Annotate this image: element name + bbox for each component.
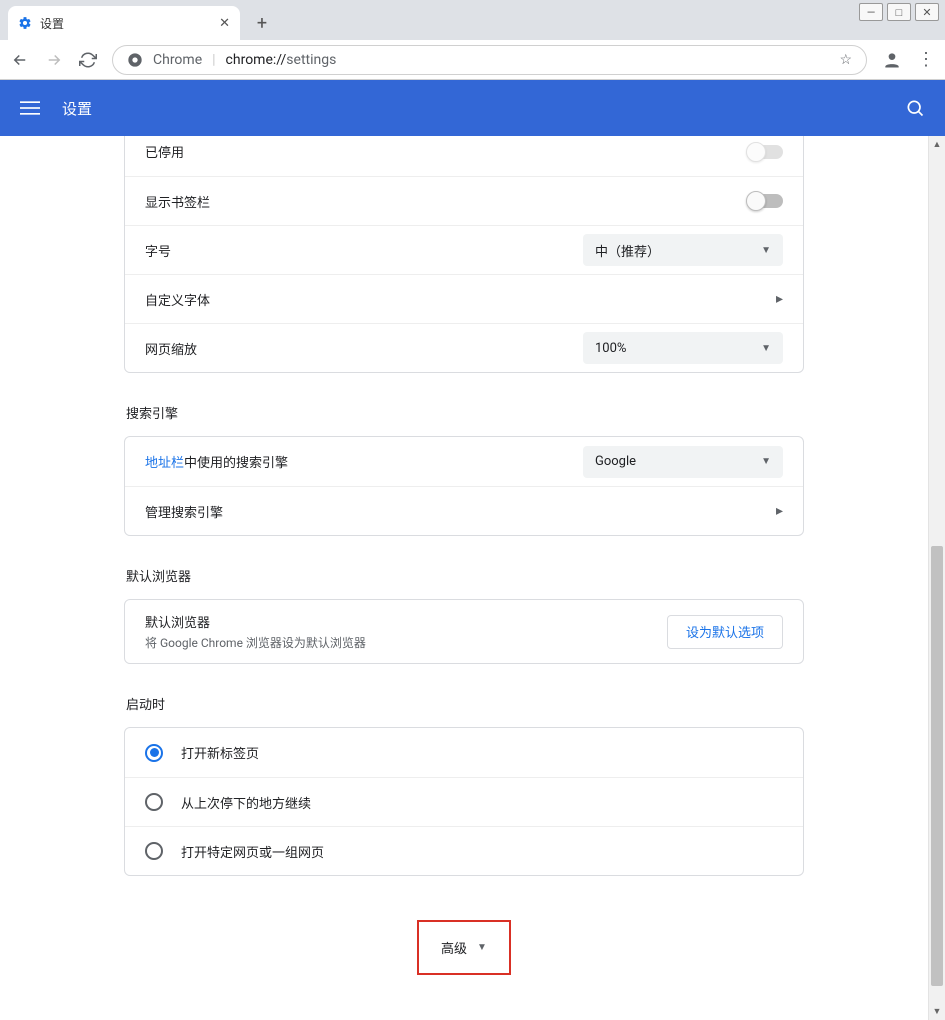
startup-option-new-tab[interactable]: 打开新标签页 xyxy=(125,728,803,777)
url-scheme: chrome:// xyxy=(226,52,287,68)
row-manage-search[interactable]: 管理搜索引擎 ▸ xyxy=(125,486,803,535)
chevron-down-icon: ▼ xyxy=(761,245,771,256)
row-disabled: 已停用 xyxy=(125,136,803,176)
window-controls: — □ ✕ xyxy=(859,3,939,21)
search-engine-label-rest: 中使用的搜索引擎 xyxy=(184,456,288,471)
advanced-highlight-box: 高级 ▼ xyxy=(417,920,511,975)
font-size-value: 中（推荐） xyxy=(595,241,660,260)
chevron-right-icon: ▸ xyxy=(776,503,783,519)
address-bar-link[interactable]: 地址栏 xyxy=(145,456,184,471)
show-bookmarks-label: 显示书签栏 xyxy=(145,192,210,211)
gear-icon xyxy=(18,16,32,30)
custom-fonts-label: 自定义字体 xyxy=(145,290,210,309)
advanced-label: 高级 xyxy=(441,938,467,957)
disabled-toggle[interactable] xyxy=(747,145,783,159)
back-button[interactable] xyxy=(10,50,30,70)
font-size-label: 字号 xyxy=(145,241,171,260)
section-on-startup: 启动时 xyxy=(126,694,804,713)
radio-icon xyxy=(145,842,163,860)
browser-tab-settings[interactable]: 设置 ✕ xyxy=(8,6,240,40)
startup-opt1-label: 打开新标签页 xyxy=(181,743,259,762)
window-maximize-button[interactable]: □ xyxy=(887,3,911,21)
page-zoom-label: 网页缩放 xyxy=(145,339,197,358)
chrome-logo-icon xyxy=(127,52,143,68)
advanced-section: 高级 ▼ xyxy=(124,920,804,975)
settings-header: 设置 xyxy=(0,80,945,136)
search-engine-card: 地址栏中使用的搜索引擎 Google ▼ 管理搜索引擎 ▸ xyxy=(124,436,804,536)
section-search-engine: 搜索引擎 xyxy=(126,403,804,422)
scrollbar-thumb[interactable] xyxy=(931,546,943,986)
search-icon[interactable] xyxy=(905,98,925,118)
settings-header-title: 设置 xyxy=(62,98,92,119)
forward-button[interactable] xyxy=(44,50,64,70)
appearance-card: 已停用 显示书签栏 字号 中（推荐） ▼ xyxy=(124,136,804,373)
row-default-browser: 默认浏览器 将 Google Chrome 浏览器设为默认浏览器 设为默认选项 xyxy=(125,600,803,663)
row-page-zoom: 网页缩放 100% ▼ xyxy=(125,323,803,372)
omnibox-chip-label: Chrome xyxy=(153,52,202,68)
section-default-browser: 默认浏览器 xyxy=(126,566,804,585)
window-close-button[interactable]: ✕ xyxy=(915,3,939,21)
search-engine-label: 地址栏中使用的搜索引擎 xyxy=(145,452,288,471)
browser-toolbar: Chrome | chrome://settings ☆ ⋮ xyxy=(0,40,945,80)
chevron-down-icon: ▼ xyxy=(761,343,771,354)
show-bookmarks-toggle[interactable] xyxy=(747,194,783,208)
font-size-dropdown[interactable]: 中（推荐） ▼ xyxy=(583,234,783,266)
startup-opt2-label: 从上次停下的地方继续 xyxy=(181,793,311,812)
startup-opt3-label: 打开特定网页或一组网页 xyxy=(181,842,324,861)
row-search-engine: 地址栏中使用的搜索引擎 Google ▼ xyxy=(125,437,803,486)
settings-content: 已停用 显示书签栏 字号 中（推荐） ▼ xyxy=(0,136,928,1020)
vertical-scrollbar[interactable]: ▲ ▼ xyxy=(928,136,945,1020)
row-custom-fonts[interactable]: 自定义字体 ▸ xyxy=(125,274,803,323)
row-font-size: 字号 中（推荐） ▼ xyxy=(125,225,803,274)
search-engine-dropdown[interactable]: Google ▼ xyxy=(583,446,783,478)
chevron-down-icon: ▼ xyxy=(477,942,487,953)
omnibox-separator: | xyxy=(212,52,215,68)
row-show-bookmarks: 显示书签栏 xyxy=(125,176,803,225)
page-zoom-value: 100% xyxy=(595,341,626,356)
page-zoom-dropdown[interactable]: 100% ▼ xyxy=(583,332,783,364)
default-browser-title: 默认浏览器 xyxy=(145,612,366,631)
reload-button[interactable] xyxy=(78,50,98,70)
tab-title: 设置 xyxy=(40,15,64,32)
disabled-label: 已停用 xyxy=(145,142,184,161)
scroll-down-arrow-icon[interactable]: ▼ xyxy=(929,1003,945,1020)
profile-avatar-icon[interactable] xyxy=(881,49,903,71)
chevron-down-icon: ▼ xyxy=(761,456,771,467)
advanced-toggle-button[interactable]: 高级 ▼ xyxy=(425,928,503,967)
new-tab-button[interactable]: + xyxy=(248,9,276,37)
tab-close-icon[interactable]: ✕ xyxy=(219,16,230,31)
scroll-up-arrow-icon[interactable]: ▲ xyxy=(929,136,945,153)
tab-strip: 设置 ✕ + xyxy=(0,0,945,40)
default-browser-card: 默认浏览器 将 Google Chrome 浏览器设为默认浏览器 设为默认选项 xyxy=(124,599,804,664)
default-browser-subtitle: 将 Google Chrome 浏览器设为默认浏览器 xyxy=(145,634,366,651)
radio-selected-icon xyxy=(145,744,163,762)
overflow-menu-icon[interactable]: ⋮ xyxy=(917,49,935,70)
hamburger-menu-icon[interactable] xyxy=(20,98,40,118)
set-default-button[interactable]: 设为默认选项 xyxy=(667,615,783,649)
window-minimize-button[interactable]: — xyxy=(859,3,883,21)
startup-option-continue[interactable]: 从上次停下的地方继续 xyxy=(125,777,803,826)
startup-option-specific[interactable]: 打开特定网页或一组网页 xyxy=(125,826,803,875)
chevron-right-icon: ▸ xyxy=(776,291,783,307)
manage-search-label: 管理搜索引擎 xyxy=(145,502,223,521)
on-startup-card: 打开新标签页 从上次停下的地方继续 打开特定网页或一组网页 xyxy=(124,727,804,876)
radio-icon xyxy=(145,793,163,811)
search-engine-value: Google xyxy=(595,454,636,469)
address-bar[interactable]: Chrome | chrome://settings ☆ xyxy=(112,45,867,75)
url-path: settings xyxy=(286,52,336,68)
settings-viewport: 已停用 显示书签栏 字号 中（推荐） ▼ xyxy=(0,136,945,1020)
bookmark-star-icon[interactable]: ☆ xyxy=(839,52,852,68)
